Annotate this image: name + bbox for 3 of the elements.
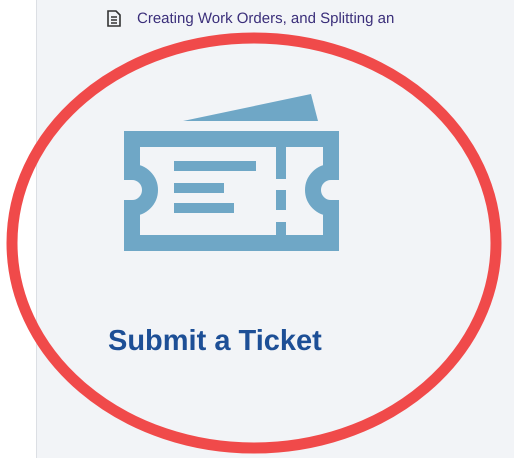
document-icon xyxy=(107,10,121,26)
article-link[interactable]: Creating Work Orders, and Splitting an xyxy=(137,10,394,26)
card-title[interactable]: Submit a Ticket xyxy=(108,325,514,358)
